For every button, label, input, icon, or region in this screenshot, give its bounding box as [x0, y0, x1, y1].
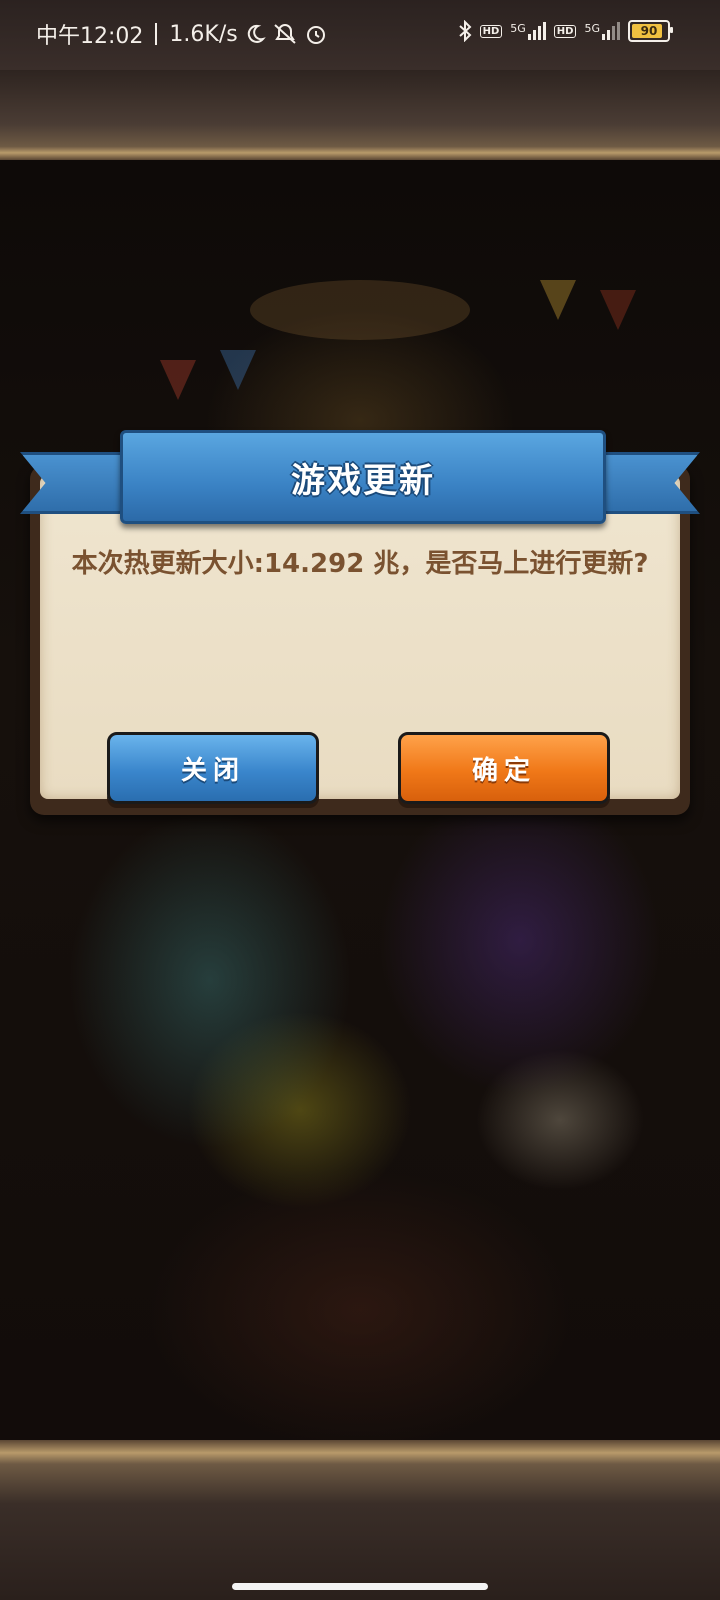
confirm-button[interactable]: 确定	[398, 732, 610, 804]
bluetooth-icon	[458, 20, 472, 42]
hd-icon: HD	[553, 24, 577, 38]
banner-flag	[160, 360, 196, 400]
close-button[interactable]: 关闭	[107, 732, 319, 804]
battery-icon: 90	[628, 20, 673, 42]
dialog-message: 本次热更新大小:14.292 兆，是否马上进行更新?	[71, 549, 649, 579]
ribbon-tail-left	[20, 452, 136, 514]
alarm-icon	[306, 26, 325, 44]
banner-flag	[600, 290, 636, 330]
network-type-label: 5G	[510, 22, 526, 35]
mute-icon	[274, 24, 296, 44]
banner-flag	[540, 280, 576, 320]
signal-5g-icon: 5G	[510, 22, 546, 40]
divider	[155, 23, 158, 45]
home-indicator[interactable]	[232, 1583, 488, 1590]
banner-flag	[220, 350, 256, 390]
dialog-title: 游戏更新	[291, 461, 435, 501]
network-type-label: 5G	[584, 22, 600, 35]
battery-level: 90	[640, 24, 658, 38]
network-speed: 1.6K/s	[169, 21, 238, 47]
moon-icon	[247, 24, 266, 43]
frame-bottom-border	[0, 1440, 720, 1600]
ribbon-banner: 游戏更新	[120, 430, 606, 524]
dialog-title-ribbon: 游戏更新	[20, 430, 700, 530]
clock: 中午12:02	[36, 24, 144, 49]
frame-top-border	[0, 70, 720, 160]
chandelier	[250, 280, 470, 340]
hd-icon: HD	[479, 24, 503, 38]
signal-5g-icon: 5G	[584, 22, 620, 40]
status-bar: 中午12:02 1.6K/s HD 5G HD 5G 90	[0, 0, 720, 70]
